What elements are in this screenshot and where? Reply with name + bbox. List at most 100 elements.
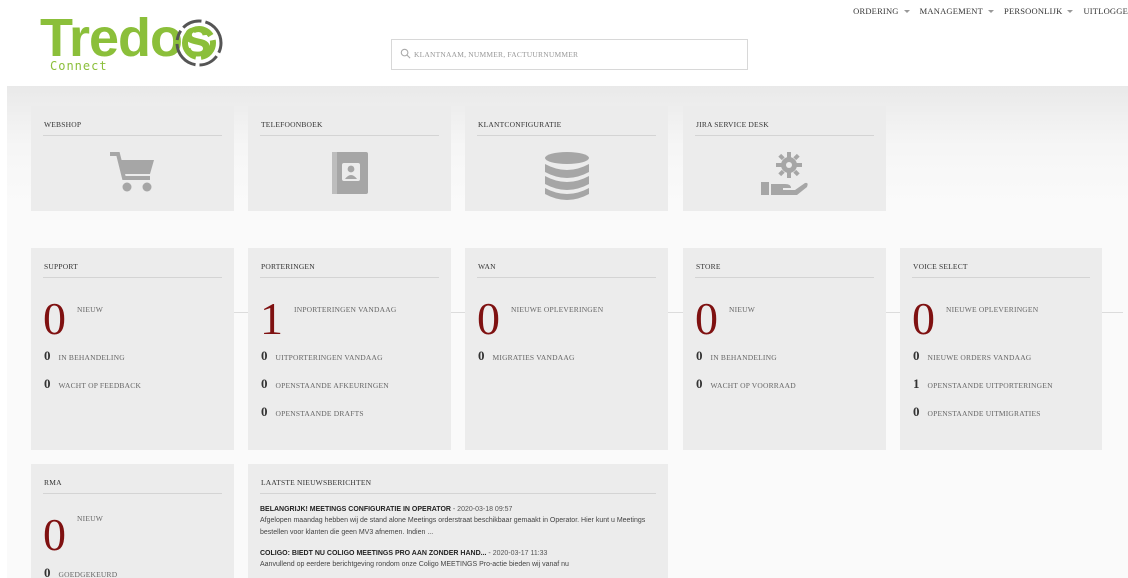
stat-row[interactable]: 0 MIGRATIES VANDAAG [478,348,575,364]
nav-label: UITLOGGE [1083,6,1128,16]
big-count: 0 [43,509,66,560]
nav-label: PERSOONLIJK [1004,6,1063,16]
tile-divider [43,493,222,494]
stat-row[interactable]: 1 OPENSTAANDE UITPORTERINGEN [913,376,1053,392]
widget-store[interactable]: STORE 0 NIEUW 0 IN BEHANDELING 0 WACHT O… [683,248,886,450]
news-item-title[interactable]: COLIGO: BIEDT NU COLIGO MEETINGS PRO AAN… [260,550,652,557]
widget-wan[interactable]: WAN 0 NIEUWE OPLEVERINGEN 0 MIGRATIES VA… [465,248,668,450]
stat-row[interactable]: 0 GOEDGEKEURD [44,565,117,578]
big-count-label: NIEUWE OPLEVERINGEN [946,305,1039,314]
news-headline: BELANGRIJK! MEETINGS CONFIGURATIE IN OPE… [260,506,451,513]
tredos-logo[interactable]: Tredos Connect [38,8,228,78]
big-count: 0 [43,293,66,344]
stat-value: 0 [261,376,268,391]
stat-label: WACHT OP VOORRAAD [710,381,796,390]
news-item[interactable]: BELANGRIJK! MEETINGS CONFIGURATIE IN OPE… [260,506,652,539]
stat-row[interactable]: 0 NIEUWE ORDERS VANDAAG [913,348,1031,364]
tile-title: WEBSHOP [44,120,82,129]
nav-persoonlijk[interactable]: PERSOONLIJK [1004,6,1074,16]
stat-row[interactable]: 0 IN BEHANDELING [696,348,777,364]
widget-title: LAATSTE NIEUWSBERICHTEN [261,478,372,487]
stat-value: 0 [696,348,703,363]
tile-divider [912,277,1090,278]
top-nav: ORDERING MANAGEMENT PERSOONLIJK UITLOGGE [853,6,1128,16]
nav-uitloggen[interactable]: UITLOGGE [1083,6,1128,16]
stat-label: OPENSTAANDE UITMIGRATIES [927,409,1041,418]
stat-value: 0 [261,404,268,419]
logo-sub: Connect [50,59,108,73]
tile-divider [477,135,656,136]
stat-value: 0 [913,348,920,363]
widget-voice-select[interactable]: VOICE SELECT 0 NIEUWE OPLEVERINGEN 0 NIE… [900,248,1102,450]
tile-title: TELEFOONBOEK [261,120,323,129]
news-headline: COLIGO: BIEDT NU COLIGO MEETINGS PRO AAN… [260,550,487,557]
widget-title: WAN [478,262,496,271]
stat-row[interactable]: 0 OPENSTAANDE UITMIGRATIES [913,404,1041,420]
tile-divider [477,277,656,278]
search-box[interactable] [391,39,748,70]
news-date: - 2020-03-17 11:33 [486,550,548,557]
stat-row[interactable]: 0 WACHT OP VOORRAAD [696,376,796,392]
stat-row[interactable]: 0 IN BEHANDELING [44,348,125,364]
tile-jira-service-desk[interactable]: JIRA SERVICE DESK [683,106,886,211]
caret-down-icon [903,9,910,13]
news-item-title[interactable]: BELANGRIJK! MEETINGS CONFIGURATIE IN OPE… [260,506,652,513]
nav-label: ORDERING [853,6,899,16]
big-count-label: NIEUW [77,514,103,523]
stat-value: 0 [696,376,703,391]
header: Tredos Connect ORDERING MANAGEMENT PERSO… [0,0,1128,86]
news-item-body: Afgelopen maandag hebben wij de stand al… [260,517,646,536]
widget-support[interactable]: SUPPORT 0 NIEUW 0 IN BEHANDELING 0 WACHT… [31,248,234,450]
big-count: 0 [477,293,500,344]
tile-title: KLANTCONFIGURATIE [478,120,562,129]
nav-management[interactable]: MANAGEMENT [920,6,995,16]
widget-porteringen[interactable]: PORTERINGEN 1 INPORTERINGEN VANDAAG 0 UI… [248,248,451,450]
stat-row[interactable]: 0 OPENSTAANDE DRAFTS [261,404,364,420]
widget-rma[interactable]: RMA 0 NIEUW 0 GOEDGEKEURD [31,464,234,578]
big-count-label: NIEUW [729,305,755,314]
service-hand-gear-icon [760,152,808,195]
stat-label: GOEDGEKEURD [58,570,118,578]
stat-row[interactable]: 0 UITPORTERINGEN VANDAAG [261,348,383,364]
widget-title: RMA [44,478,62,487]
stat-label: OPENSTAANDE UITPORTERINGEN [927,381,1053,390]
tile-klantconfiguratie[interactable]: KLANTCONFIGURATIE [465,106,668,211]
stat-value: 1 [913,376,920,391]
tile-divider [260,135,439,136]
widget-title: VOICE SELECT [913,262,968,271]
stat-row[interactable]: 0 WACHT OP FEEDBACK [44,376,141,392]
caret-down-icon [988,9,995,13]
widget-news: LAATSTE NIEUWSBERICHTEN BELANGRIJK! MEET… [248,464,668,578]
contact-book-icon [331,152,368,194]
stat-value: 0 [44,565,51,578]
big-count: 1 [260,293,283,344]
search-input[interactable] [414,40,734,69]
stat-label: OPENSTAANDE AFKEURINGEN [275,381,389,390]
stat-row[interactable]: 0 OPENSTAANDE AFKEURINGEN [261,376,389,392]
big-count-label: NIEUWE OPLEVERINGEN [511,305,604,314]
tile-telefoonboek[interactable]: TELEFOONBOEK [248,106,451,211]
stat-label: UITPORTERINGEN VANDAAG [275,353,383,362]
cart-icon [109,152,154,192]
stat-label: NIEUWE ORDERS VANDAAG [927,353,1032,362]
big-count-label: INPORTERINGEN VANDAAG [294,305,397,314]
big-count-label: NIEUW [77,305,103,314]
big-count: 0 [912,293,935,344]
news-item[interactable]: COLIGO: BIEDT NU COLIGO MEETINGS PRO AAN… [260,550,652,571]
tile-divider [260,277,439,278]
big-count: 0 [695,293,718,344]
nav-ordering[interactable]: ORDERING [853,6,910,16]
stat-value: 0 [44,348,51,363]
widget-title: SUPPORT [44,262,78,271]
caret-down-icon [1067,9,1074,13]
news-item-body: Aanvullend op eerdere berichtgeving rond… [260,561,569,568]
tile-webshop[interactable]: WEBSHOP [31,106,234,211]
dashboard: WEBSHOP TELEFOONBOEK KLANTCONFIGURATIE J… [7,86,1128,578]
tile-title: JIRA SERVICE DESK [696,120,769,129]
stat-label: WACHT OP FEEDBACK [58,381,142,390]
stat-value: 0 [913,404,920,419]
tile-divider [695,135,874,136]
search-icon [400,48,411,59]
stat-value: 0 [478,348,485,363]
tile-divider [43,277,222,278]
